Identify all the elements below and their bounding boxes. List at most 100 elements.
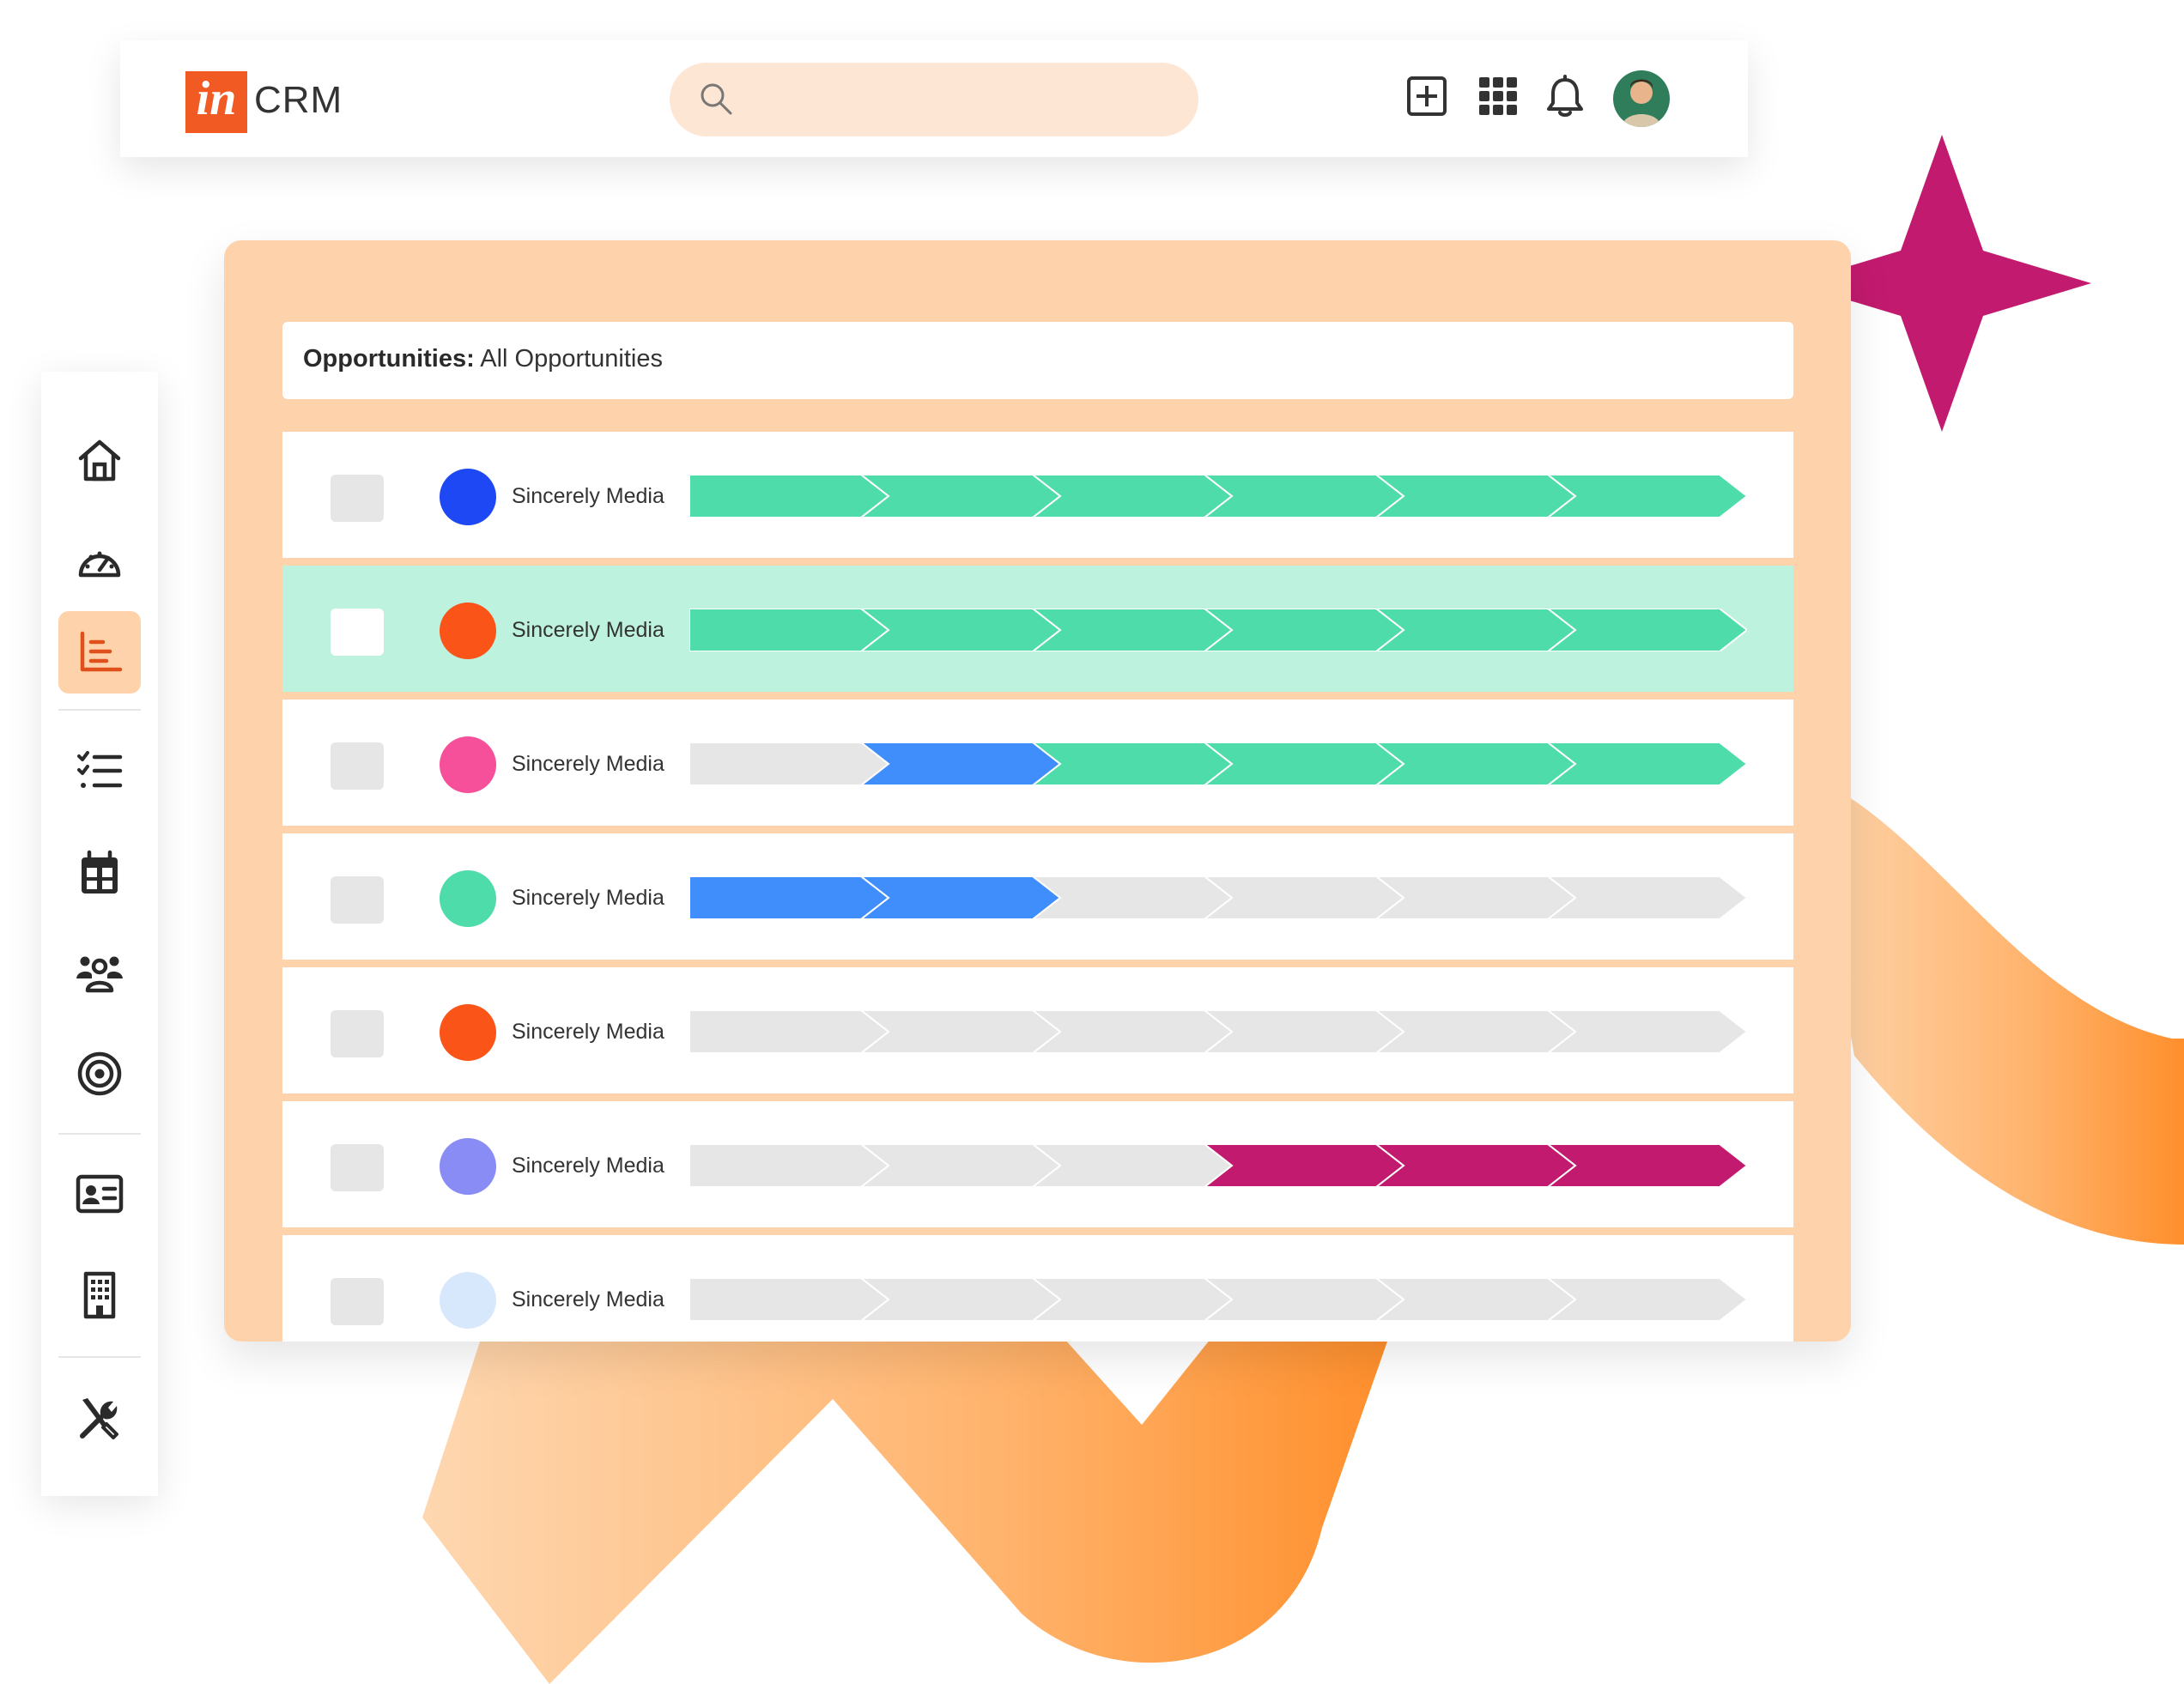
sidebar-divider xyxy=(58,1356,141,1358)
table-row[interactable]: Sincerely Media xyxy=(282,700,1793,826)
pipeline-stage-4[interactable] xyxy=(1203,1010,1405,1053)
pipeline-stage-1[interactable] xyxy=(689,1278,890,1321)
calendar-icon xyxy=(82,850,118,893)
pipeline-stage-6[interactable] xyxy=(1546,1144,1747,1187)
stage-pipeline xyxy=(689,1278,1747,1321)
pipeline-stage-2[interactable] xyxy=(859,1144,1062,1187)
pipeline-stage-5[interactable] xyxy=(1374,876,1577,919)
table-row[interactable]: Sincerely Media xyxy=(282,566,1793,692)
pipeline-stage-3[interactable] xyxy=(1031,1278,1234,1321)
pipeline-stage-5[interactable] xyxy=(1374,1144,1577,1187)
pipeline-stage-6[interactable] xyxy=(1546,609,1747,651)
incrm-logo-mark[interactable]: in xyxy=(185,71,247,133)
checklist-icon xyxy=(77,751,123,788)
pipeline-stage-5[interactable] xyxy=(1374,475,1577,518)
row-checkbox[interactable] xyxy=(331,1010,384,1057)
apps-grid-icon[interactable] xyxy=(1477,75,1520,118)
bar-chart-icon xyxy=(80,631,123,672)
pipeline-stage-4[interactable] xyxy=(1203,742,1405,785)
pipeline-stage-3[interactable] xyxy=(1031,1010,1234,1053)
table-row[interactable]: Sincerely Media xyxy=(282,967,1793,1093)
pipeline-stage-2[interactable] xyxy=(859,475,1062,518)
tools-icon xyxy=(80,1398,118,1439)
opportunity-name[interactable]: Sincerely Media xyxy=(512,566,664,694)
incrm-logo-text[interactable]: CRM xyxy=(254,75,343,126)
stage-pipeline xyxy=(689,475,1747,518)
pipeline-stage-4[interactable] xyxy=(1203,609,1405,651)
pipeline-stage-1[interactable] xyxy=(689,1144,890,1187)
row-checkbox[interactable] xyxy=(331,609,384,656)
pipeline-stage-3[interactable] xyxy=(1031,742,1234,785)
sidebar-item-contacts[interactable] xyxy=(58,932,141,1015)
pipeline-stage-3[interactable] xyxy=(1031,1144,1234,1187)
sidebar-divider xyxy=(58,1133,141,1135)
opportunity-name[interactable]: Sincerely Media xyxy=(512,833,664,962)
pipeline-stage-4[interactable] xyxy=(1203,1144,1405,1187)
pipeline-stage-6[interactable] xyxy=(1546,742,1747,785)
pipeline-stage-3[interactable] xyxy=(1031,475,1234,518)
opportunity-name[interactable]: Sincerely Media xyxy=(512,432,664,560)
pipeline-stage-1[interactable] xyxy=(689,876,890,919)
opportunity-name[interactable]: Sincerely Media xyxy=(512,1101,664,1230)
pipeline-stage-2[interactable] xyxy=(859,742,1062,785)
pipeline-stage-4[interactable] xyxy=(1203,475,1405,518)
stage-pipeline xyxy=(689,609,1747,651)
ribbon-right xyxy=(1803,772,2184,1245)
opportunity-name[interactable]: Sincerely Media xyxy=(512,967,664,1096)
user-avatar[interactable] xyxy=(1613,70,1670,127)
bell-icon[interactable] xyxy=(1544,75,1586,119)
pipeline-stage-1[interactable] xyxy=(689,1010,890,1053)
table-row[interactable]: Sincerely Media xyxy=(282,833,1793,960)
status-dot xyxy=(440,1138,496,1195)
pipeline-stage-5[interactable] xyxy=(1374,1010,1577,1053)
opportunity-name[interactable]: Sincerely Media xyxy=(512,700,664,828)
pipeline-stage-2[interactable] xyxy=(859,1278,1062,1321)
row-checkbox[interactable] xyxy=(331,876,384,924)
row-checkbox[interactable] xyxy=(331,1144,384,1191)
table-row[interactable]: Sincerely Media xyxy=(282,1101,1793,1227)
opportunity-name[interactable]: Sincerely Media xyxy=(512,1235,664,1342)
pipeline-stage-6[interactable] xyxy=(1546,1010,1747,1053)
search-input[interactable] xyxy=(747,76,1171,124)
pipeline-stage-1[interactable] xyxy=(689,609,890,651)
sidebar-item-home[interactable] xyxy=(58,419,141,501)
sidebar-item-companies[interactable] xyxy=(58,1254,141,1336)
status-dot xyxy=(440,1272,496,1329)
sidebar-item-cards[interactable] xyxy=(58,1153,141,1235)
sidebar-item-dashboard[interactable] xyxy=(58,520,141,603)
id-card-icon xyxy=(76,1174,124,1214)
row-checkbox[interactable] xyxy=(331,475,384,522)
pipeline-stage-5[interactable] xyxy=(1374,1278,1577,1321)
status-dot xyxy=(440,603,496,659)
pipeline-stage-6[interactable] xyxy=(1546,1278,1747,1321)
add-square-icon[interactable] xyxy=(1405,75,1448,118)
top-header: in CRM xyxy=(120,40,1748,157)
table-row[interactable]: Sincerely Media xyxy=(282,1235,1793,1342)
pipeline-stage-1[interactable] xyxy=(689,475,890,518)
table-row[interactable]: Sincerely Media xyxy=(282,432,1793,558)
pipeline-stage-4[interactable] xyxy=(1203,876,1405,919)
pipeline-stage-4[interactable] xyxy=(1203,1278,1405,1321)
pipeline-stage-6[interactable] xyxy=(1546,876,1747,919)
pipeline-stage-1[interactable] xyxy=(689,742,890,785)
pipeline-stage-2[interactable] xyxy=(859,876,1062,919)
sidebar-item-reports[interactable] xyxy=(58,611,141,694)
sidebar-item-tasks[interactable] xyxy=(58,730,141,813)
pipeline-stage-2[interactable] xyxy=(859,609,1062,651)
pipeline-stage-5[interactable] xyxy=(1374,742,1577,785)
pipeline-stage-3[interactable] xyxy=(1031,876,1234,919)
sidebar-item-goals[interactable] xyxy=(58,1033,141,1115)
status-dot xyxy=(440,736,496,793)
sidebar-item-calendar[interactable] xyxy=(58,833,141,915)
page-title: Opportunities: All Opportunities xyxy=(303,322,663,396)
row-checkbox[interactable] xyxy=(331,1278,384,1325)
sidebar-item-tools[interactable] xyxy=(58,1376,141,1458)
pipeline-stage-2[interactable] xyxy=(859,1010,1062,1053)
search-bar[interactable] xyxy=(670,63,1198,136)
title-view-name[interactable]: All Opportunities xyxy=(480,345,663,373)
pipeline-stage-6[interactable] xyxy=(1546,475,1747,518)
pipeline-stage-3[interactable] xyxy=(1031,609,1234,651)
status-dot xyxy=(440,469,496,525)
row-checkbox[interactable] xyxy=(331,742,384,790)
pipeline-stage-5[interactable] xyxy=(1374,609,1577,651)
